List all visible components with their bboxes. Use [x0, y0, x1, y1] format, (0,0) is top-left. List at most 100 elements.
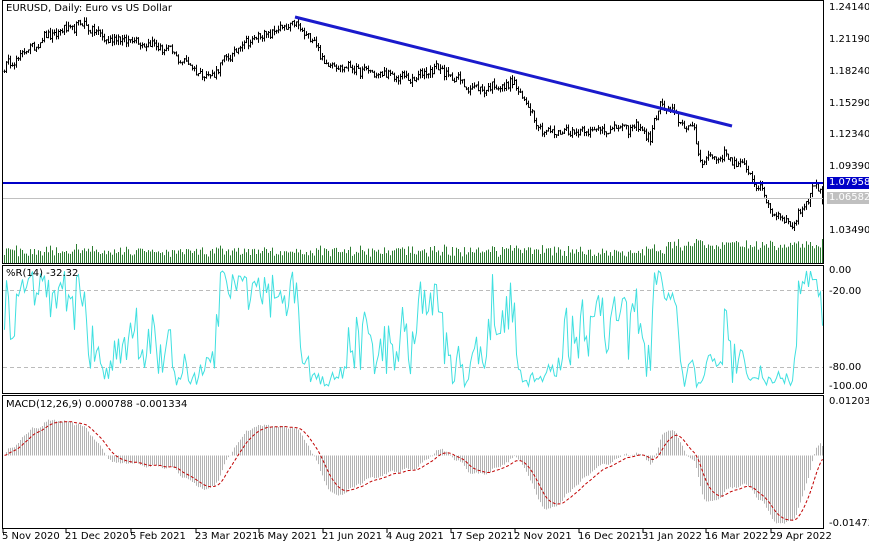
price-bar [69, 24, 72, 29]
price-bar [219, 62, 222, 77]
price-label: 1.21190 [829, 34, 869, 45]
price-bar [341, 64, 344, 73]
price-bar [95, 29, 98, 36]
price-bar [609, 125, 612, 134]
price-bar [393, 72, 396, 82]
price-bar [131, 36, 134, 44]
price-bar [549, 125, 552, 134]
price-bar [135, 36, 138, 44]
price-bar [241, 41, 244, 52]
price-bar [349, 60, 352, 68]
price-bar [109, 35, 112, 43]
price-bar [311, 38, 314, 44]
price-bar [789, 221, 792, 227]
price-bar [323, 55, 326, 65]
wpr-level-label: -20.00 [829, 286, 862, 297]
price-bar [357, 64, 360, 70]
price-bar [85, 17, 88, 26]
price-bar [377, 73, 380, 79]
price-bar [253, 34, 256, 41]
price-bar [79, 19, 82, 26]
price-bar [147, 38, 150, 48]
price-bar [795, 219, 798, 226]
price-bar [529, 103, 532, 116]
price-bar [427, 73, 430, 79]
price-bar [715, 156, 718, 165]
price-bar [61, 28, 64, 34]
price-bar [315, 36, 318, 48]
price-bar [381, 71, 384, 78]
price-bar [133, 37, 136, 44]
price-bar [457, 72, 460, 80]
price-bar [763, 186, 766, 198]
price-bar [559, 129, 562, 135]
price-bar [567, 124, 570, 136]
chart-canvas[interactable] [0, 0, 869, 546]
price-bar [251, 36, 254, 45]
price-bar [333, 62, 336, 67]
price-bar [785, 215, 788, 223]
price-bar [35, 46, 38, 53]
price-bar [647, 131, 650, 143]
price-bar [433, 63, 436, 75]
price-bar [229, 54, 232, 62]
price-bar [197, 72, 200, 77]
price-bar [63, 24, 66, 36]
price-bar [695, 124, 698, 145]
price-bar [511, 75, 514, 89]
price-bar [199, 67, 202, 74]
price-label: 1.09390 [829, 161, 869, 172]
price-bar [81, 23, 84, 27]
time-label: 6 May 2021 [258, 531, 317, 542]
price-bar [541, 122, 544, 137]
price-bar [589, 126, 592, 138]
time-label: 21 Dec 2020 [65, 531, 129, 542]
price-bar [463, 78, 466, 88]
price-bar [371, 69, 374, 73]
price-bar [445, 67, 448, 81]
price-bar [351, 64, 354, 74]
price-bar [193, 66, 196, 72]
price-bar [239, 45, 242, 52]
price-bar [139, 42, 142, 50]
price-bar [45, 30, 48, 39]
price-bar [47, 29, 50, 39]
time-label: 2 Nov 2021 [514, 531, 572, 542]
hline-price-tag: 1.07958 [827, 177, 869, 189]
price-bar [293, 19, 296, 28]
price-bar [303, 27, 306, 40]
price-bar [325, 59, 328, 65]
price-bar [501, 84, 504, 92]
wpr-level-label: 0.00 [829, 265, 852, 276]
price-bar [623, 124, 626, 127]
price-bar [43, 30, 46, 43]
price-bar [711, 154, 714, 160]
price-bar [107, 35, 110, 44]
price-bar [233, 46, 236, 57]
price-bar [391, 71, 394, 75]
price-bar [101, 29, 104, 41]
price-bar [799, 208, 802, 215]
price-bar [489, 82, 492, 92]
price-bar [121, 34, 124, 46]
price-bar [51, 29, 54, 43]
price-bar [379, 71, 382, 78]
price-bar [155, 39, 158, 51]
price-bar [317, 43, 320, 52]
price-bar [207, 71, 210, 77]
price-bar [745, 160, 748, 173]
price-bar [459, 71, 462, 85]
price-bar [749, 172, 752, 175]
price-bar [5, 61, 8, 73]
price-bar [709, 152, 712, 157]
price-bar [403, 70, 406, 79]
price-bar [363, 63, 366, 72]
price-bar [581, 126, 584, 132]
price-bar [483, 86, 486, 98]
price-bar [373, 70, 376, 78]
price-bar [55, 28, 58, 40]
price-bar [651, 125, 654, 144]
price-bar [339, 64, 342, 73]
price-bar [545, 129, 548, 135]
price-bar [611, 126, 614, 131]
